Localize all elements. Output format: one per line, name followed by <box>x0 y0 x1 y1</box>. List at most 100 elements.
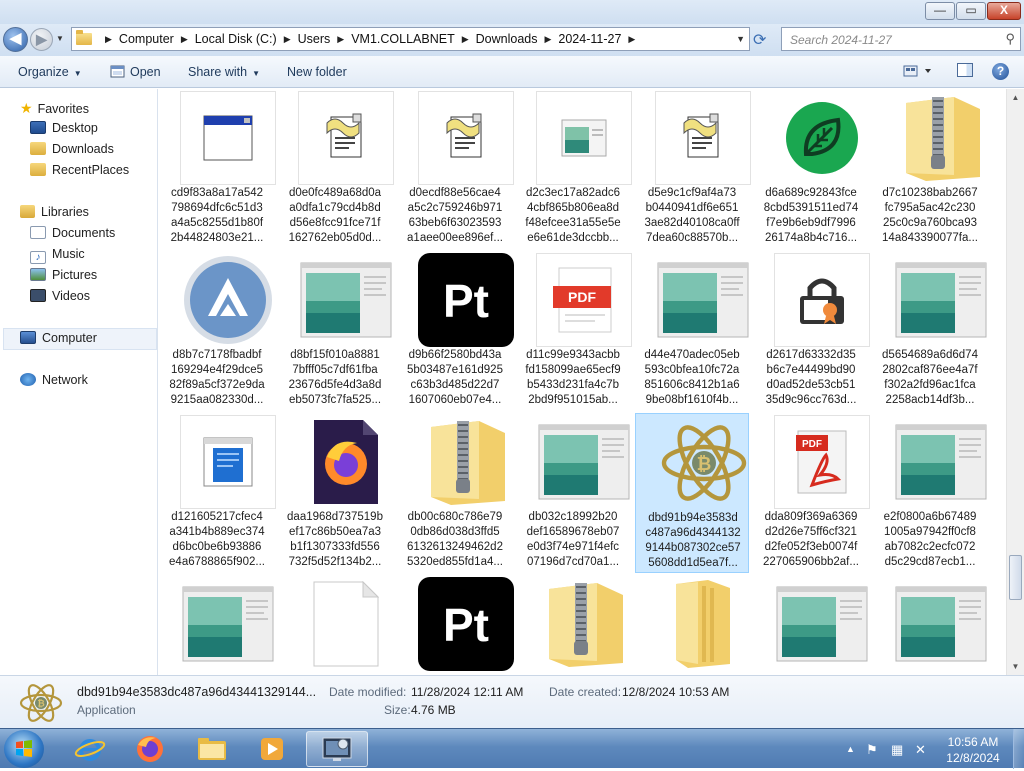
breadcrumb-downloads[interactable]: Downloads ▶ <box>476 32 559 46</box>
search-input[interactable]: Search 2024-11-27 ⚲ <box>781 27 1021 51</box>
sidebar-item-recentplaces[interactable]: RecentPlaces <box>30 163 129 177</box>
downloads-folder-icon <box>30 142 46 155</box>
file-item[interactable]: d2617d63332d35 b6c7e44499bd90 d0ad52de53… <box>754 251 870 411</box>
scrollbar-thumb[interactable] <box>1009 555 1022 600</box>
taskbar-firefox[interactable] <box>122 731 178 767</box>
file-item[interactable]: d5e9c1cf9af4a73 b0440941df6e651 3ae82d40… <box>635 89 751 249</box>
refresh-icon[interactable]: ⟳ <box>753 30 766 50</box>
search-icon[interactable]: ⚲ <box>1005 31 1015 47</box>
file-name: d0e0fc489a68d0a a0dfa1c79cd4b8d d56e8fcc… <box>288 187 382 244</box>
taskbar-internet-explorer[interactable] <box>62 731 118 767</box>
address-bar[interactable]: ▶ Computer ▶ Local Disk (C:) ▶ Users ▶ VM1.… <box>71 27 750 51</box>
taskbar: ▲ ⚑ ▦ ✕ 10:56 AM 12/8/2024 <box>0 728 1024 769</box>
network-tray-icon[interactable]: ▦ <box>891 742 903 758</box>
sidebar-item-computer[interactable]: Computer <box>20 331 97 345</box>
sidebar-item-downloads[interactable]: Downloads <box>30 142 114 156</box>
sidebar-item-documents[interactable]: Documents <box>30 226 115 240</box>
firefox-icon <box>137 736 163 762</box>
file-name: d0ecdf88e56cae4 a5c2c759246b971 63beb6f6… <box>407 187 503 244</box>
file-item[interactable] <box>516 575 630 675</box>
maximize-button[interactable]: ▭ <box>956 2 986 20</box>
file-list: cd9f83a8a17a542 798694dfc6c51d3 a4a5c825… <box>160 89 1006 675</box>
file-name: d121605217cfec4 a341b4b889ec374 d6bc0be6… <box>169 511 265 568</box>
breadcrumb-vm1[interactable]: VM1.COLLABNET ▶ <box>351 32 475 46</box>
file-item[interactable]: d0ecdf88e56cae4 a5c2c759246b971 63beb6f6… <box>398 89 514 249</box>
file-item[interactable]: d6a689c92843fce 8cbd5391511ed74 f7e9b6eb… <box>754 89 868 249</box>
breadcrumb-local-disk[interactable]: Local Disk (C:) ▶ <box>195 32 298 46</box>
open-button[interactable]: Open <box>110 65 161 79</box>
vertical-scrollbar[interactable]: ▲ ▼ <box>1006 89 1024 675</box>
taskbar-media-player[interactable] <box>244 731 300 767</box>
sidebar-item-favorites[interactable]: ★ Favorites <box>20 100 89 117</box>
new-folder-button[interactable]: New folder <box>287 65 347 79</box>
change-view-button[interactable] <box>903 64 933 81</box>
file-item[interactable] <box>160 575 274 675</box>
file-item[interactable]: e2f0800a6b67489 1005a97942ff0cf8 ab7082c… <box>873 413 987 573</box>
file-item[interactable] <box>873 575 987 675</box>
file-item[interactable]: d7c10238bab2667 fc795a5ac42c230 25c0c9a7… <box>873 89 987 249</box>
network-icon <box>20 373 36 386</box>
file-item[interactable]: ₿ dbd91b94e3583d c487a96d4344132 9144b087… <box>635 413 749 573</box>
file-item[interactable]: Pt d9b66f2580bd43a 5b03487e161d925 c63b3d… <box>398 251 514 411</box>
file-item[interactable]: d2c3ec17a82adc6 4cbf865b806ea8d f48efcee… <box>516 89 632 249</box>
file-item[interactable]: d0e0fc489a68d0a a0dfa1c79cd4b8d d56e8fcc… <box>278 89 394 249</box>
sidebar-item-libraries[interactable]: Libraries <box>20 205 89 219</box>
script-icon <box>298 91 394 185</box>
system-clock[interactable]: 10:56 AM 12/8/2024 <box>936 734 1010 766</box>
sidebar-item-desktop[interactable]: Desktop <box>30 121 98 135</box>
scroll-down-arrow-icon[interactable]: ▼ <box>1007 658 1024 675</box>
sidebar-item-music[interactable]: ♪ Music <box>30 247 85 264</box>
taskbar-windows-explorer[interactable] <box>184 731 240 767</box>
file-item[interactable]: db00c680c786e79 0db86d038d3ffd5 61326132… <box>398 413 512 573</box>
scroll-up-arrow-icon[interactable]: ▲ <box>1007 89 1024 106</box>
file-item[interactable]: PDF dda809f369a6369 d2d26e75ff6cf321 d2fe… <box>754 413 870 573</box>
preview-pane-button[interactable] <box>957 63 973 77</box>
breadcrumb-computer[interactable]: Computer ▶ <box>119 32 195 46</box>
back-button[interactable]: ◀ <box>3 27 28 52</box>
desktop-icon <box>30 121 46 134</box>
file-item[interactable]: d8bf15f010a8881 7bfff05c7df61fba 23676d5… <box>278 251 392 411</box>
taskbar-active-app[interactable] <box>306 731 368 767</box>
organize-button[interactable]: Organize ▼ <box>18 65 82 79</box>
file-item[interactable]: d8b7c7178fbadbf 169294e4f29dce5 82f89a5c… <box>160 251 274 411</box>
address-dropdown-icon[interactable]: ▼ <box>736 34 745 44</box>
file-item[interactable] <box>754 575 868 675</box>
forward-button[interactable]: ▶ <box>30 28 53 51</box>
open-folder-icon <box>655 577 751 671</box>
file-name: d8b7c7178fbadbf 169294e4f29dce5 82f89a5c… <box>169 349 265 406</box>
show-desktop-button[interactable] <box>1013 729 1024 769</box>
sidebar-item-videos[interactable]: Videos <box>30 289 90 303</box>
start-button[interactable] <box>4 730 44 768</box>
file-name: d5e9c1cf9af4a73 b0440941df6e651 3ae82d40… <box>644 187 740 244</box>
date-created-value: 12/8/2024 10:53 AM <box>622 685 730 699</box>
breadcrumb-root-arrow[interactable]: ▶ <box>98 34 119 45</box>
open-icon <box>110 65 125 78</box>
file-item[interactable] <box>635 575 749 675</box>
help-button[interactable]: ? <box>992 63 1009 80</box>
windows-logo-icon <box>16 740 32 757</box>
file-item[interactable]: d44e470adec05eb 593c0bfea10fc72a 851606c… <box>635 251 749 411</box>
volume-muted-icon[interactable]: ✕ <box>915 742 926 758</box>
command-bar: Organize ▼ Open Share with ▼ New folder ? <box>0 56 1024 88</box>
file-item[interactable]: daa1968d737519b ef17c86b50ea7a3 b1f13073… <box>278 413 392 573</box>
sidebar-item-network[interactable]: Network <box>20 373 88 387</box>
file-item[interactable]: Pt <box>398 575 514 675</box>
tray-expand-icon[interactable]: ▲ <box>846 744 855 754</box>
zip-folder-icon <box>418 415 514 509</box>
breadcrumb-users[interactable]: Users ▶ <box>298 32 352 46</box>
file-item[interactable] <box>278 575 392 675</box>
action-center-icon[interactable]: ⚑ <box>866 742 878 758</box>
recent-pages-dropdown-icon[interactable]: ▼ <box>56 34 64 43</box>
breadcrumb-2024-11-27[interactable]: 2024-11-27 ▶ <box>558 32 642 46</box>
firefox-file-icon <box>298 415 394 509</box>
minimize-button[interactable]: — <box>925 2 955 20</box>
navigation-pane: ★ Favorites Desktop Downloads RecentPlace… <box>0 89 158 675</box>
file-item[interactable]: cd9f83a8a17a542 798694dfc6c51d3 a4a5c825… <box>160 89 276 249</box>
file-item[interactable]: db032c18992b20 def16589678eb07 e0d3f74e9… <box>516 413 630 573</box>
sidebar-item-pictures[interactable]: Pictures <box>30 268 97 282</box>
share-with-button[interactable]: Share with ▼ <box>188 65 260 79</box>
file-item[interactable]: PDF d11c99e9343acbb fd158099ae65ecf9 b543… <box>516 251 632 411</box>
close-button[interactable]: X <box>987 2 1021 20</box>
file-item[interactable]: d5654689a6d6d74 2802caf876ee4a7f f302a2f… <box>873 251 987 411</box>
file-item[interactable]: d121605217cfec4 a341b4b889ec374 d6bc0be6… <box>160 413 276 573</box>
